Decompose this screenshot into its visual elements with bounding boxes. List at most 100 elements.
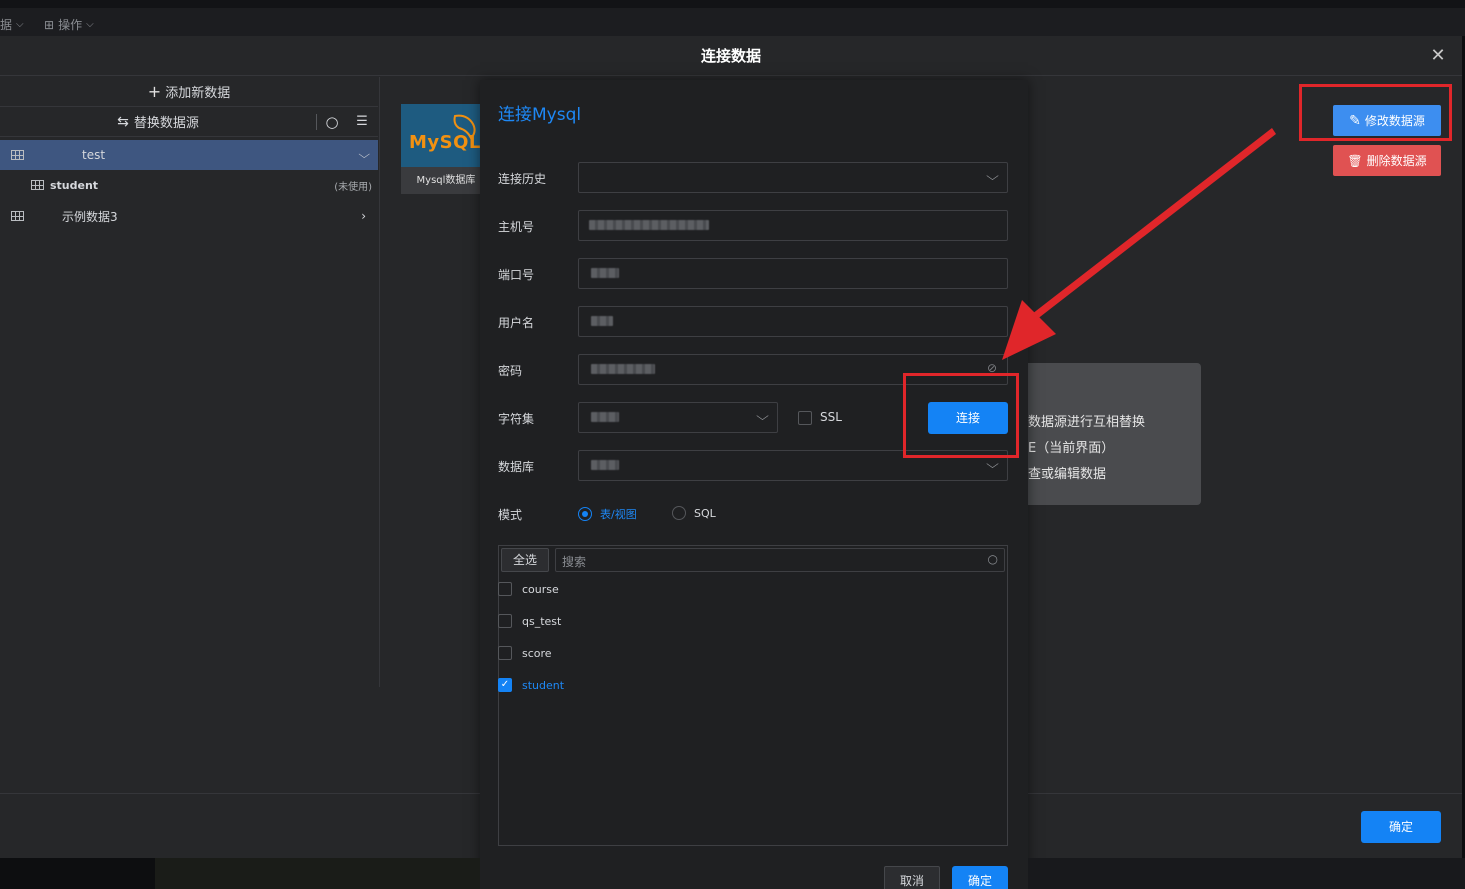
replace-source-button[interactable]: ⇆ 替换数据源 — [0, 112, 316, 132]
username-label: 用户名 — [498, 316, 535, 330]
table-row-score[interactable]: score — [498, 646, 552, 660]
menu-data[interactable]: 据 ⌵ — [0, 16, 24, 33]
search-icon: ○ — [987, 552, 998, 566]
table-row-course[interactable]: course — [498, 582, 559, 596]
table-icon — [11, 211, 24, 221]
tree-item-label: test — [82, 148, 106, 162]
database-label: 数据库 — [498, 460, 535, 474]
charset-label: 字符集 — [498, 412, 535, 426]
chevron-down-icon: ⌵ — [756, 409, 769, 423]
replace-source-row: ⇆ 替换数据源 ○ ☰ — [0, 107, 378, 137]
port-label: 端口号 — [498, 268, 535, 282]
tree-item-label: 示例数据3 — [62, 209, 118, 224]
checkbox[interactable] — [498, 646, 512, 660]
password-label: 密码 — [498, 364, 523, 378]
table-list-box: 全选 搜索 ○ — [498, 545, 1008, 846]
tree-item-test[interactable]: test ⌵ — [0, 140, 378, 170]
mode-option-label: 表/视图 — [600, 508, 637, 521]
history-label: 连接历史 — [498, 172, 547, 186]
mode-label: 模式 — [498, 508, 523, 522]
tooltip-line: E（当前界面） — [1028, 441, 1115, 456]
delete-data-source-button[interactable]: 🗑 删除数据源 — [1333, 145, 1441, 176]
ssl-label: SSL — [820, 410, 842, 424]
unused-badge: (未使用) — [334, 181, 372, 193]
bottom-strip — [155, 858, 480, 889]
tree-item-sample-data3[interactable]: 示例数据3 › — [0, 201, 378, 231]
port-input[interactable] — [578, 258, 1008, 289]
top-strip — [0, 0, 1465, 8]
cancel-button[interactable]: 取消 — [884, 866, 940, 889]
tree-item-label: student — [50, 178, 99, 192]
close-icon[interactable]: ✕ — [1428, 46, 1448, 66]
table-row-student[interactable]: ✓ student — [498, 678, 564, 692]
chevron-down-icon: ⌵ — [16, 19, 24, 30]
app-topbar: 据 ⌵ ⊞ 操作 ⌵ — [0, 0, 1465, 36]
table-name: qs_test — [522, 614, 562, 628]
replace-hint-tooltip: 数据源进行互相替换 E（当前界面） 查或编辑数据 — [1000, 363, 1201, 505]
highlight-box-edit — [1299, 84, 1452, 141]
mode-radio-sql[interactable]: SQL — [672, 506, 716, 520]
dialog-confirm-button[interactable]: 确定 — [1361, 811, 1441, 843]
swap-icon: ⇆ — [117, 113, 129, 130]
charset-select[interactable]: ⌵ — [578, 402, 778, 433]
add-new-data-label: 添加新数据 — [165, 86, 231, 101]
table-row-qs-test[interactable]: qs_test — [498, 614, 561, 628]
connect-mysql-form: 连接Mysql 连接历史 ⌵ 主机号 端口号 用户名 密码 ⊘ 字符集 ⌵ SS… — [480, 80, 1028, 889]
plus-icon: + — [147, 82, 162, 101]
search-placeholder: 搜索 — [562, 555, 587, 569]
radio-icon — [672, 506, 686, 520]
chevron-right-icon: › — [361, 209, 366, 223]
bottom-strip — [1028, 858, 1465, 889]
redacted-value — [591, 460, 619, 470]
checkbox-checked[interactable]: ✓ — [498, 678, 512, 692]
grid-icon: ⊞ — [44, 17, 55, 32]
list-filter-icon[interactable]: ☰ — [347, 114, 377, 129]
add-new-data-button[interactable]: + 添加新数据 — [0, 77, 378, 107]
mysql-logo: MySQL — [401, 104, 491, 167]
checkbox[interactable] — [498, 582, 512, 596]
redacted-value — [589, 220, 709, 230]
history-select[interactable]: ⌵ — [578, 162, 1008, 193]
data-source-panel: + 添加新数据 ⇆ 替换数据源 ○ ☰ test ⌵ student (未使用)… — [0, 77, 380, 687]
chevron-down-icon: ⌵ — [357, 148, 370, 161]
mysql-card-caption: Mysql数据库 — [416, 175, 476, 186]
redacted-value — [591, 268, 619, 278]
menu-data-label: 据 — [0, 18, 13, 32]
mode-option-label: SQL — [694, 506, 716, 520]
table-name: student — [522, 678, 565, 692]
menu-operations[interactable]: ⊞ 操作 ⌵ — [44, 16, 94, 33]
trash-icon: 🗑 — [1347, 153, 1363, 168]
table-name: score — [522, 646, 552, 660]
tree-item-student[interactable]: student (未使用) — [0, 170, 378, 200]
delete-data-source-label: 删除数据源 — [1366, 154, 1427, 168]
select-all-button[interactable]: 全选 — [501, 548, 549, 572]
tooltip-line: 数据源进行互相替换 — [1028, 415, 1146, 430]
form-confirm-button[interactable]: 确定 — [952, 866, 1008, 889]
annotation-arrow — [1002, 128, 1276, 360]
form-title: 连接Mysql — [498, 105, 582, 125]
menu-operations-label: 操作 — [58, 18, 83, 32]
highlight-box-connect — [903, 373, 1019, 458]
redacted-value — [591, 412, 619, 422]
radio-selected-icon — [578, 507, 592, 521]
dialog-title: 连接数据 — [0, 36, 1462, 76]
host-label: 主机号 — [498, 220, 535, 234]
host-input[interactable] — [578, 210, 1008, 241]
chevron-down-icon: ⌵ — [986, 457, 999, 471]
ssl-checkbox[interactable] — [798, 411, 812, 425]
checkbox[interactable] — [498, 614, 512, 628]
table-name: course — [522, 582, 559, 596]
mysql-source-card[interactable]: MySQL Mysql数据库 — [401, 104, 491, 194]
table-icon — [31, 180, 44, 190]
redacted-value — [591, 364, 655, 374]
search-icon[interactable]: ○ — [317, 113, 347, 131]
tooltip-line: 查或编辑数据 — [1028, 467, 1107, 482]
mysql-logo-text: MySQL — [409, 132, 481, 153]
mode-radio-table[interactable]: 表/视图 — [578, 506, 637, 522]
redacted-value — [591, 316, 613, 326]
table-icon — [11, 150, 24, 160]
username-input[interactable] — [578, 306, 1008, 337]
replace-source-label: 替换数据源 — [133, 116, 199, 131]
table-search-input[interactable]: 搜索 ○ — [555, 548, 1005, 572]
chevron-down-icon: ⌵ — [86, 19, 94, 30]
